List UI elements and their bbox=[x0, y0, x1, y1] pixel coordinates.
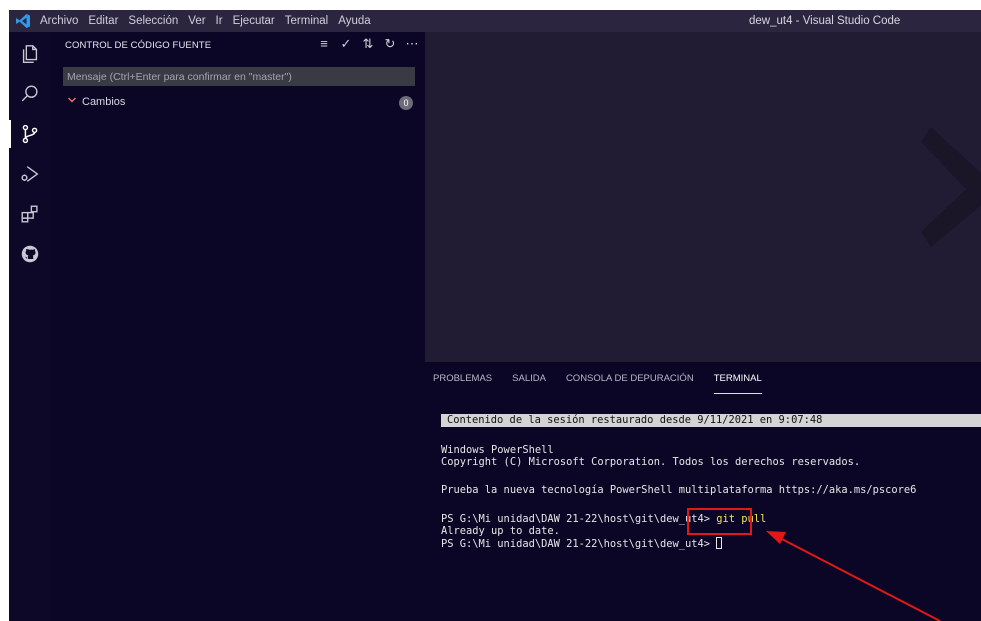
bottom-panel: PROBLEMAS SALIDA CONSOLA DE DEPURACIÓN T… bbox=[425, 362, 981, 621]
search-icon bbox=[21, 85, 38, 102]
github-icon bbox=[21, 245, 39, 263]
vscode-window: Archivo Editar Selección Ver Ir Ejecutar… bbox=[9, 10, 981, 621]
activity-source-control[interactable] bbox=[9, 116, 51, 152]
more-actions-icon[interactable]: ⋯ bbox=[405, 36, 419, 52]
menu-ir[interactable]: Ir bbox=[211, 15, 228, 27]
menu-seleccion[interactable]: Selección bbox=[123, 15, 183, 27]
activity-github[interactable] bbox=[9, 236, 51, 272]
files-icon bbox=[22, 45, 38, 63]
menu-ver[interactable]: Ver bbox=[183, 15, 210, 27]
tab-terminal[interactable]: TERMINAL bbox=[713, 371, 762, 394]
menu-ejecutar[interactable]: Ejecutar bbox=[228, 15, 280, 27]
sidebar-title: CONTROL DE CÓDIGO FUENTE bbox=[65, 40, 212, 51]
activity-explorer[interactable] bbox=[9, 36, 51, 72]
commit-check-icon[interactable]: ✓ bbox=[339, 36, 353, 52]
terminal-line: Windows PowerShell bbox=[441, 444, 554, 456]
menu-editar[interactable]: Editar bbox=[83, 15, 123, 27]
changes-count-badge: 0 bbox=[399, 96, 413, 110]
refresh-icon[interactable]: ↻ bbox=[383, 36, 397, 52]
source-control-icon bbox=[22, 124, 38, 144]
activity-search[interactable] bbox=[9, 76, 51, 112]
tab-consola-depuracion[interactable]: CONSOLA DE DEPURACIÓN bbox=[566, 371, 694, 393]
tab-salida[interactable]: SALIDA bbox=[512, 371, 546, 393]
pull-request-icon[interactable]: ⇅ bbox=[361, 36, 375, 52]
changes-label: Cambios bbox=[82, 96, 126, 108]
run-debug-icon bbox=[21, 166, 39, 182]
panel-tabs: PROBLEMAS SALIDA CONSOLA DE DEPURACIÓN T… bbox=[433, 371, 782, 395]
source-control-sidebar: CONTROL DE CÓDIGO FUENTE ≡ ✓ ⇅ ↻ ⋯ Cambi… bbox=[51, 32, 425, 621]
menu-ayuda[interactable]: Ayuda bbox=[333, 15, 375, 27]
menu-archivo[interactable]: Archivo bbox=[35, 15, 83, 27]
terminal-output: Already up to date. bbox=[441, 525, 560, 537]
tab-problemas[interactable]: PROBLEMAS bbox=[433, 371, 492, 393]
menu-terminal[interactable]: Terminal bbox=[280, 15, 333, 27]
activity-extensions[interactable] bbox=[9, 196, 51, 232]
terminal-prompt: PS G:\Mi unidad\DAW 21-22\host\git\dew_u… bbox=[441, 538, 710, 550]
window-title: dew_ut4 - Visual Studio Code bbox=[749, 15, 901, 27]
activity-run-debug[interactable] bbox=[9, 156, 51, 192]
session-restored-banner: Contenido de la sesión restaurado desde … bbox=[441, 414, 981, 427]
view-as-list-icon[interactable]: ≡ bbox=[317, 36, 331, 52]
sidebar-toolbar: ≡ ✓ ⇅ ↻ ⋯ bbox=[317, 36, 419, 52]
terminal-line: Prueba la nueva tecnología PowerShell mu… bbox=[441, 484, 917, 496]
vscode-logo-icon bbox=[16, 14, 30, 28]
changes-section-header[interactable]: Cambios 0 bbox=[63, 94, 415, 112]
annotation-highlight-box bbox=[687, 508, 752, 535]
activity-bar bbox=[9, 32, 51, 621]
vscode-watermark-icon bbox=[921, 127, 981, 247]
terminal-cursor bbox=[716, 537, 723, 549]
terminal-line: Copyright (C) Microsoft Corporation. Tod… bbox=[441, 456, 861, 468]
menu-bar: Archivo Editar Selección Ver Ir Ejecutar… bbox=[35, 10, 376, 32]
commit-message-input[interactable] bbox=[63, 67, 415, 86]
terminal-prompt: PS G:\Mi unidad\DAW 21-22\host\git\dew_u… bbox=[441, 513, 710, 525]
chevron-down-icon bbox=[68, 97, 76, 103]
title-bar: Archivo Editar Selección Ver Ir Ejecutar… bbox=[9, 10, 981, 32]
editor-area bbox=[425, 32, 981, 362]
terminal-prompt-line[interactable]: PS G:\Mi unidad\DAW 21-22\host\git\dew_u… bbox=[441, 537, 723, 550]
extensions-icon bbox=[21, 205, 38, 223]
